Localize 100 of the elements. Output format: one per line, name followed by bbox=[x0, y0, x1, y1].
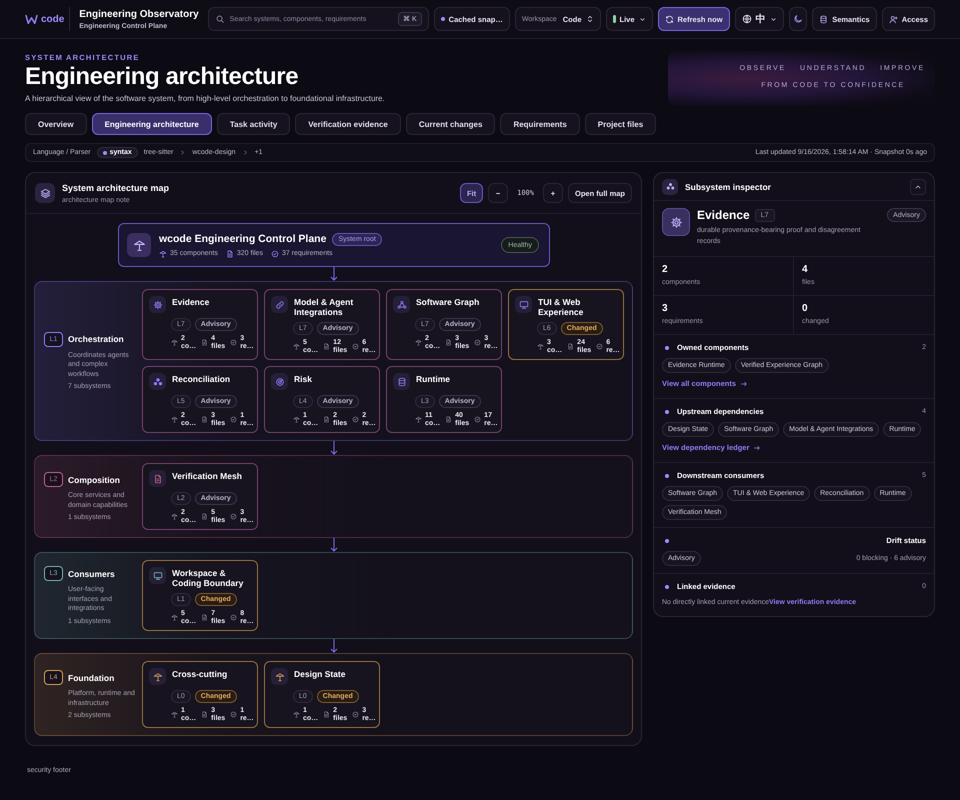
hub-icon bbox=[171, 513, 178, 520]
check-icon bbox=[474, 416, 482, 423]
subsystem-name: Risk bbox=[294, 373, 312, 384]
gear-icon bbox=[152, 300, 162, 310]
hub-icon bbox=[171, 711, 178, 718]
hub-icon bbox=[171, 416, 178, 423]
moon-icon bbox=[792, 14, 803, 24]
connector-arrow bbox=[330, 441, 338, 455]
theme-button[interactable] bbox=[788, 7, 808, 31]
layers-icon bbox=[40, 188, 50, 198]
check-icon bbox=[230, 416, 238, 423]
subsystem-name: Reconciliation bbox=[172, 373, 230, 384]
subsystem-name: Runtime bbox=[416, 373, 450, 384]
connector-arrow bbox=[330, 538, 338, 552]
check-icon bbox=[230, 513, 238, 520]
logo-icon bbox=[25, 12, 38, 26]
user-plus-icon bbox=[888, 14, 898, 24]
chevron-right-icon bbox=[242, 149, 249, 156]
arrow-right-icon bbox=[740, 380, 748, 388]
hub-icon bbox=[159, 250, 167, 258]
monitor-icon bbox=[518, 300, 528, 310]
tab[interactable]: Overview bbox=[25, 113, 87, 135]
connector-arrow bbox=[330, 267, 338, 281]
tab[interactable]: Current changes bbox=[406, 113, 496, 135]
target-icon bbox=[274, 376, 284, 386]
file-icon bbox=[445, 339, 452, 346]
layer-name: Composition bbox=[68, 474, 120, 484]
file-icon bbox=[201, 614, 208, 621]
file-icon bbox=[226, 250, 234, 258]
refresh-icon bbox=[664, 14, 674, 24]
hub-icon bbox=[293, 343, 300, 350]
connector-arrow bbox=[330, 639, 338, 653]
stat-value: 0 bbox=[802, 303, 809, 314]
check-icon bbox=[474, 339, 482, 346]
hub-icon bbox=[415, 416, 422, 423]
check-icon bbox=[596, 343, 604, 350]
page-title: Engineering architecture bbox=[25, 63, 300, 91]
stat-value: 3 bbox=[662, 303, 669, 314]
nodes-icon bbox=[666, 182, 674, 191]
subsystem-name: Design State bbox=[294, 668, 346, 679]
chevron-down-icon bbox=[770, 16, 777, 22]
graph-icon bbox=[396, 300, 406, 310]
collapse-button[interactable] bbox=[910, 178, 926, 194]
link-icon bbox=[274, 300, 284, 310]
check-icon bbox=[352, 416, 360, 423]
file-icon bbox=[201, 711, 208, 718]
subsystem-name: Verification Mesh bbox=[172, 470, 242, 481]
tab[interactable]: Engineering architecture bbox=[92, 113, 212, 135]
page-description: A hierarchical view of the software system, from high-level orchestration to foundational infrastructure. bbox=[25, 94, 385, 103]
hub-icon bbox=[274, 672, 284, 682]
hub-icon bbox=[293, 416, 300, 423]
check-icon bbox=[230, 339, 238, 346]
app-title: Engineering Observatory bbox=[79, 8, 199, 20]
search-icon bbox=[214, 14, 225, 24]
tab[interactable]: Verification evidence bbox=[295, 113, 401, 135]
stat-value: 4 bbox=[802, 264, 809, 275]
file-icon bbox=[323, 343, 330, 350]
map-title: System architecture map bbox=[62, 182, 170, 192]
tab[interactable]: Requirements bbox=[500, 113, 580, 135]
hub-icon bbox=[537, 343, 544, 350]
chevron-right-icon bbox=[179, 149, 186, 156]
check-icon bbox=[352, 343, 360, 350]
subsystem-name: Cross-cutting bbox=[172, 668, 228, 679]
database-icon bbox=[396, 376, 406, 386]
logo-text: code bbox=[41, 14, 64, 24]
layer-name: Foundation bbox=[68, 672, 114, 682]
nodes-icon bbox=[152, 376, 162, 386]
hub-icon bbox=[132, 238, 146, 252]
inspector-title: Subsystem inspector bbox=[685, 182, 771, 192]
hub-icon bbox=[415, 339, 422, 346]
tab[interactable]: Project files bbox=[584, 113, 656, 135]
check-icon bbox=[230, 711, 238, 718]
subsystem-name: Workspace & Coding Boundary bbox=[172, 567, 244, 588]
file-icon bbox=[323, 416, 330, 423]
hub-icon bbox=[152, 672, 162, 682]
subject-name: Evidence bbox=[697, 208, 750, 222]
language-select[interactable]: 中 bbox=[734, 7, 784, 31]
file-icon bbox=[445, 416, 452, 423]
file-icon bbox=[201, 513, 208, 520]
subsystem-name: Model & Agent Integrations bbox=[294, 296, 354, 317]
tab[interactable]: Task activity bbox=[216, 113, 290, 135]
gear-icon bbox=[670, 216, 682, 228]
hub-icon bbox=[171, 614, 178, 621]
chevron-down-icon bbox=[638, 16, 646, 22]
check-icon bbox=[352, 711, 360, 718]
subsystem-name: TUI & Web Experience bbox=[538, 296, 584, 317]
file-icon bbox=[201, 416, 208, 423]
check-icon bbox=[230, 614, 238, 621]
database-icon bbox=[819, 14, 828, 24]
hub-icon bbox=[171, 339, 178, 346]
stat-value: 2 bbox=[662, 264, 669, 275]
subsystem-name: Evidence bbox=[172, 296, 210, 307]
layer-name: Orchestration bbox=[68, 334, 124, 344]
arrow-right-icon bbox=[753, 444, 762, 452]
file-icon bbox=[152, 474, 162, 484]
hub-icon bbox=[293, 711, 300, 718]
file-icon bbox=[201, 339, 208, 346]
file-icon bbox=[567, 343, 574, 350]
layer-name: Consumers bbox=[68, 568, 115, 579]
monitor-icon bbox=[152, 570, 162, 580]
